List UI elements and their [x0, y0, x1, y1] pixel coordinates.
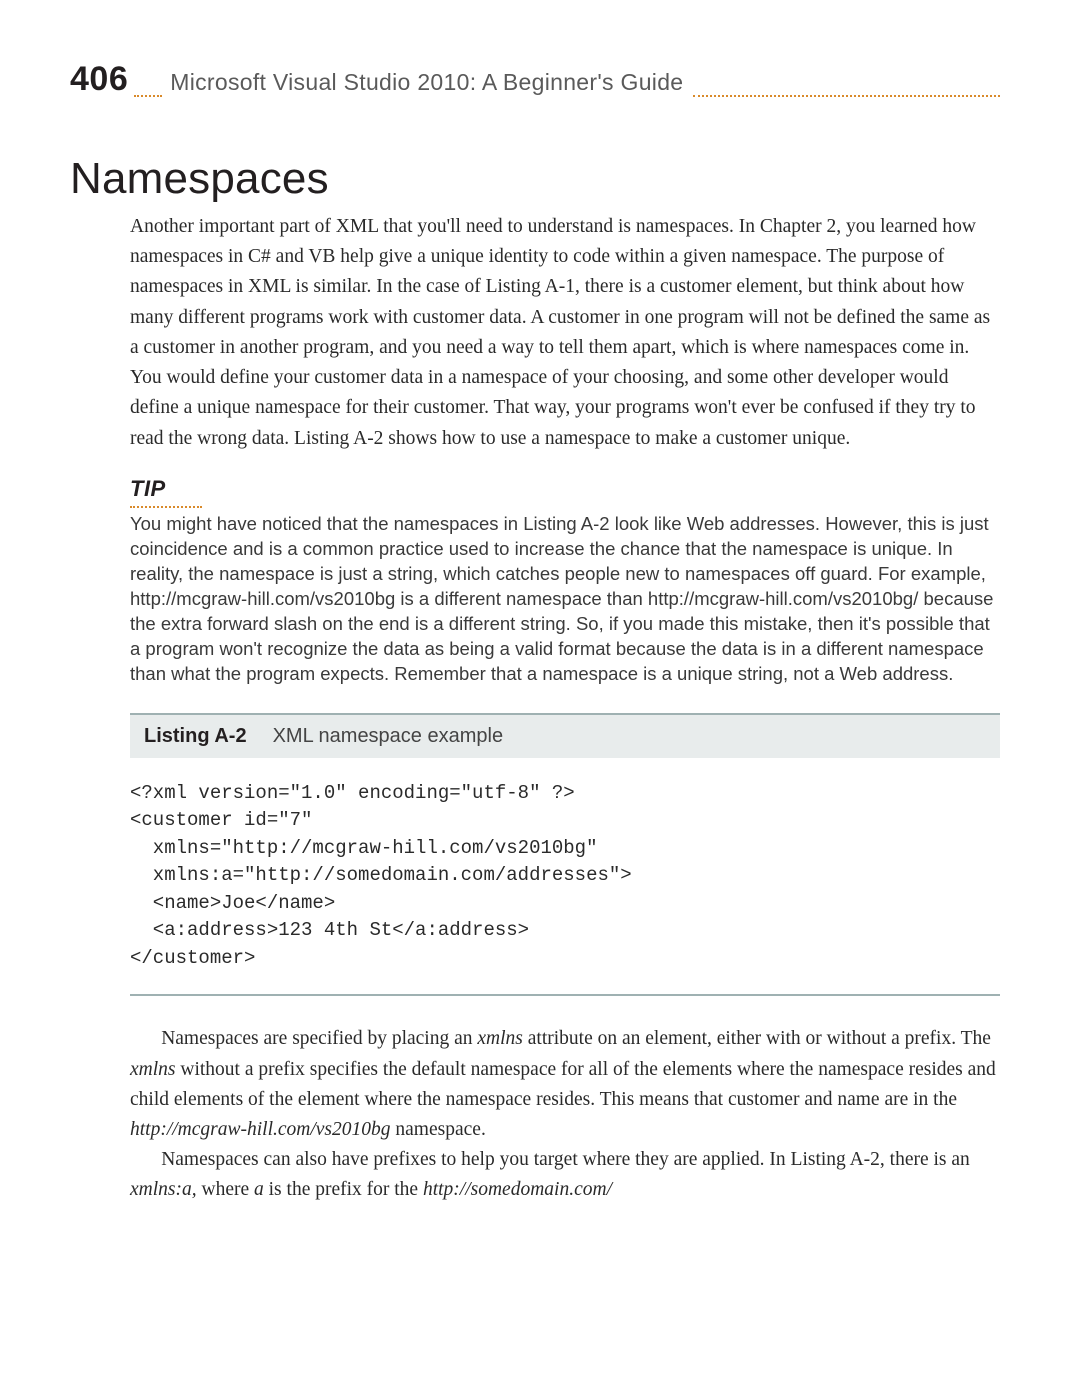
text-run: attribute on an element, either with or … [523, 1028, 991, 1049]
italic-namespace-url-2: http://somedomain.com/ [423, 1179, 612, 1200]
italic-xmlns-2: xmlns [130, 1059, 176, 1080]
listing-header-bar: Listing A-2 XML namespace example [130, 713, 1000, 758]
tip-label: TIP [130, 476, 1000, 502]
listing-label: Listing A-2 [144, 725, 247, 747]
tip-underline-dots [130, 506, 202, 508]
italic-xmlns-1: xmlns [477, 1028, 523, 1049]
section-heading: Namespaces [70, 154, 1000, 204]
divider-dots-left [134, 95, 162, 97]
italic-xmlns-a: xmlns:a, [130, 1179, 197, 1200]
tip-block: TIP You might have noticed that the name… [130, 476, 1000, 687]
text-run: where [197, 1179, 254, 1200]
running-head: 406 Microsoft Visual Studio 2010: A Begi… [70, 60, 1000, 99]
post-paragraph-2: Namespaces can also have prefixes to hel… [130, 1145, 1000, 1205]
italic-namespace-url-1: http://mcgraw-hill.com/vs2010bg [130, 1119, 391, 1140]
listing-caption: XML namespace example [273, 725, 504, 747]
intro-paragraph: Another important part of XML that you'l… [130, 212, 1000, 454]
text-run: Namespaces are specified by placing an [161, 1028, 477, 1049]
post-paragraph-1: Namespaces are specified by placing an x… [130, 1024, 1000, 1145]
page: 406 Microsoft Visual Studio 2010: A Begi… [0, 0, 1080, 1380]
text-run: without a prefix specifies the default n… [130, 1059, 996, 1110]
text-run: namespace. [391, 1119, 486, 1140]
code-listing: <?xml version="1.0" encoding="utf-8" ?> … [130, 780, 1000, 973]
tip-text: You might have noticed that the namespac… [130, 512, 1000, 687]
divider-dots-right [693, 95, 1000, 97]
code-end-rule [130, 994, 1000, 996]
page-number: 406 [70, 60, 128, 99]
text-run: is the prefix for the [264, 1179, 423, 1200]
italic-a: a [254, 1179, 264, 1200]
content-region: Namespaces Another important part of XML… [130, 154, 1000, 1206]
post-code-paragraphs: Namespaces are specified by placing an x… [130, 1024, 1000, 1205]
book-title: Microsoft Visual Studio 2010: A Beginner… [170, 69, 683, 96]
text-run: Namespaces can also have prefixes to hel… [161, 1149, 970, 1170]
